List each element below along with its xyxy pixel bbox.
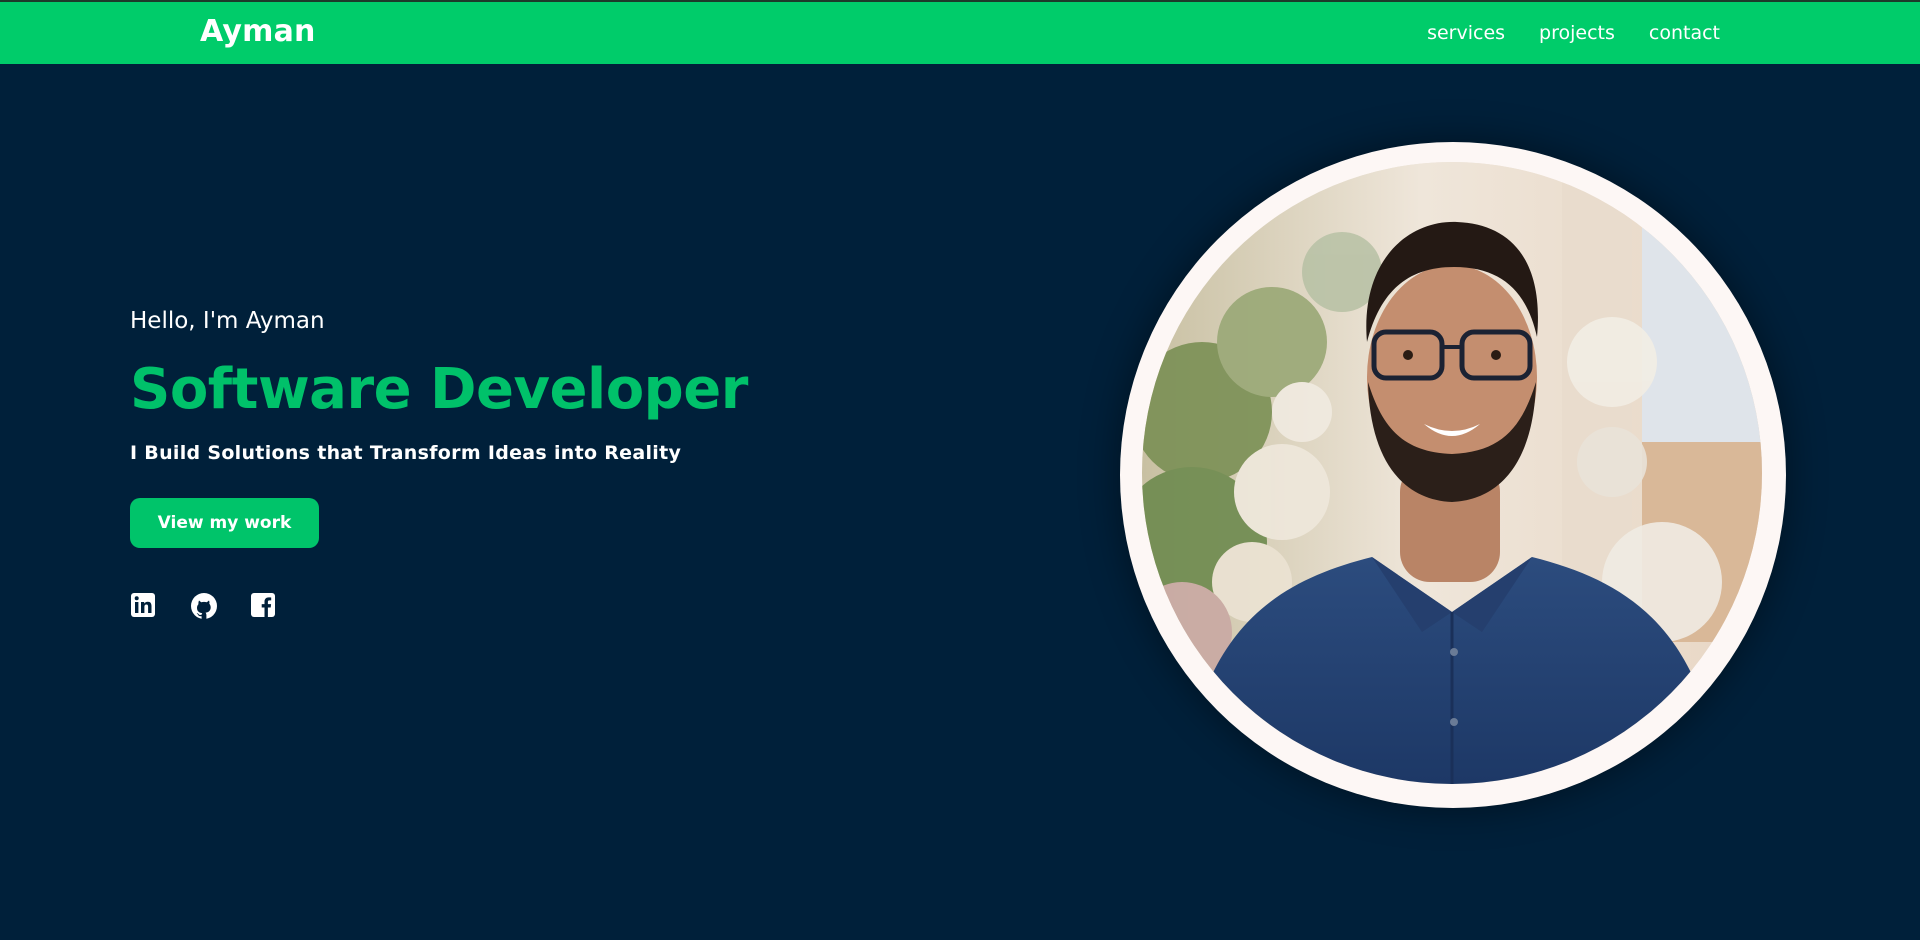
social-links [130,592,930,620]
facebook-icon [250,592,276,618]
linkedin-link[interactable] [130,592,156,618]
profile-photo-frame [1120,142,1786,808]
linkedin-icon [130,592,156,618]
view-my-work-button[interactable]: View my work [130,498,319,548]
hero-text: Hello, I'm Ayman Software Developer I Bu… [130,308,930,620]
brand-logo[interactable]: Ayman [200,14,316,49]
hero-role-title: Software Developer [130,357,748,422]
github-link[interactable] [190,592,217,620]
nav-link-services[interactable]: services [1427,22,1505,44]
nav-link-projects[interactable]: projects [1539,22,1615,44]
profile-photo [1142,162,1762,784]
facebook-link[interactable] [250,592,276,618]
github-icon [190,592,217,620]
hero-tagline: I Build Solutions that Transform Ideas i… [130,442,682,464]
hero-greeting: Hello, I'm Ayman [130,308,325,334]
nav-link-contact[interactable]: contact [1649,22,1720,44]
nav-links: services projects contact [1427,22,1720,44]
top-navbar: Ayman services projects contact [0,0,1920,64]
